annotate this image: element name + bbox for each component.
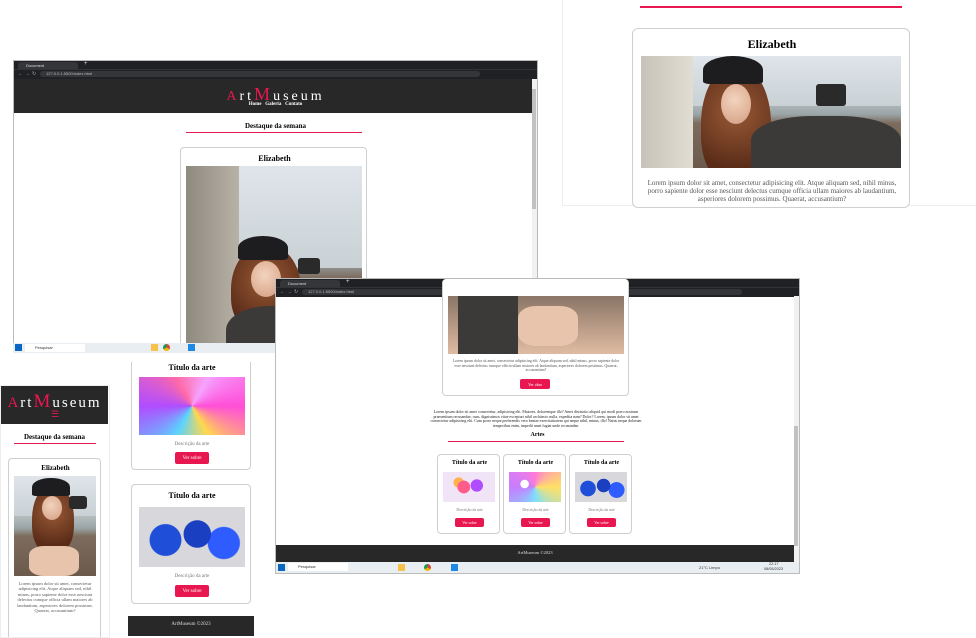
see-more-button[interactable]: Ver sobre — [175, 452, 209, 464]
site-footer: ArtMuseum ©2023 — [128, 616, 254, 636]
nav-contato[interactable]: Contato — [285, 102, 302, 107]
taskbar: Pesquisar — [13, 343, 275, 353]
section-underline — [186, 132, 362, 133]
mobile-view: ArtMuseum ☰ Destaque da semana Elizabeth… — [0, 385, 110, 638]
art-description: Descrição da arte — [174, 442, 210, 447]
browser-toolbar: ← → ↻ 127.0.0.1:5500/index.html — [14, 69, 537, 79]
folder-icon[interactable] — [398, 564, 405, 571]
browser-window-scrolled: Document + ← → ↻ 127.0.0.1:5500/index.ht… — [275, 278, 800, 574]
artist-name: Elizabeth — [747, 37, 797, 51]
footer-text: ArtMuseum ©2023 — [171, 622, 211, 627]
art-card: Título da arte Descrição da arte Ver sob… — [569, 454, 632, 534]
scrollbar[interactable] — [794, 296, 799, 562]
featured-description: Lorem ipsum dolor sit amet, consectetur … — [452, 359, 620, 373]
art-card: Título da arte Descrição da arte Ver sob… — [131, 362, 251, 470]
art-image — [575, 472, 627, 502]
footer-text: ArtMuseum ©2023 — [517, 550, 553, 555]
windows-icon[interactable] — [278, 564, 285, 571]
vscode-icon[interactable] — [451, 564, 458, 571]
new-tab-button[interactable]: + — [346, 279, 350, 285]
see-more-button[interactable]: Ver sobre — [175, 585, 209, 597]
art-description: Descrição da arte — [522, 508, 549, 512]
art-image — [509, 472, 561, 502]
see-more-button[interactable]: Ver sobre — [521, 518, 550, 527]
reload-icon[interactable]: ↻ — [32, 71, 36, 77]
new-tab-button[interactable]: + — [84, 61, 88, 67]
browser-tabbar: Document + — [14, 61, 537, 69]
art-title: Título da arte — [168, 363, 216, 372]
artist-name: Elizabeth — [41, 464, 70, 472]
section-title: Destaque da semana — [23, 433, 86, 441]
art-card: Título da arte Descrição da arte Ver sob… — [437, 454, 500, 534]
forward-icon[interactable]: → — [287, 289, 292, 295]
clock-time: 22:17 — [769, 562, 779, 566]
tab-title: Document — [26, 63, 45, 68]
section-underline — [14, 443, 96, 444]
art-title: Título da arte — [451, 460, 488, 466]
art-image — [443, 472, 495, 502]
windows-icon[interactable] — [15, 344, 22, 351]
site-footer: ArtMuseum ©2023 — [276, 545, 794, 562]
tab-title: Document — [288, 281, 307, 286]
featured-photo — [14, 476, 96, 576]
browser-tab[interactable]: Document — [280, 280, 340, 287]
nav-home[interactable]: Home — [249, 102, 262, 107]
art-card: Título da arte Descrição da arte Ver sob… — [131, 484, 251, 604]
featured-description: Lorem ipsum dolor sit amet, consectetur … — [647, 179, 897, 203]
featured-card: Elizabeth Lorem ipsum dolor sit amet, co… — [632, 28, 910, 208]
browser-tab[interactable]: Document — [18, 62, 78, 69]
see-more-button[interactable]: Ver sobre — [455, 518, 484, 527]
site-header: ArtMuseum Home Galeria Contato — [14, 79, 537, 113]
section-title: Destaque da semana — [244, 122, 307, 130]
art-card: Título da arte Descrição da arte Ver sob… — [503, 454, 566, 534]
vscode-icon[interactable] — [188, 344, 195, 351]
art-title: Título da arte — [517, 460, 554, 466]
artist-name: Elizabeth — [258, 154, 291, 163]
featured-photo — [641, 56, 901, 168]
folder-icon[interactable] — [151, 344, 158, 351]
art-title: Título da arte — [583, 460, 620, 466]
art-description: Descrição da arte — [588, 508, 615, 512]
hamburger-menu-icon[interactable]: ☰ — [51, 410, 59, 419]
taskbar: Pesquisar 21°C Limpo 22:17 08/05/2023 — [276, 562, 799, 573]
main-nav: Home Galeria Contato — [14, 102, 537, 107]
clock-date: 08/05/2023 — [764, 567, 784, 571]
featured-photo — [448, 296, 624, 354]
art-description: Descrição da arte — [174, 574, 210, 579]
address-bar[interactable]: 127.0.0.1:5500/index.html — [40, 71, 480, 77]
taskbar-search[interactable]: Pesquisar — [288, 563, 348, 571]
see-more-button[interactable]: Ver sobre — [587, 518, 616, 527]
featured-description: Lorem ipsum dolor sit amet, consectetur … — [17, 581, 93, 614]
taskbar-search[interactable]: Pesquisar — [25, 344, 85, 352]
art-title: Título da arte — [168, 491, 216, 500]
art-image — [139, 377, 245, 435]
featured-card: Elizabeth Lorem ipsum dolor sit amet, co… — [8, 458, 101, 637]
mobile-header: ArtMuseum ☰ — [1, 386, 108, 424]
mobile-arts-view: Título da arte Descrição da arte Ver sob… — [128, 362, 254, 636]
back-icon[interactable]: ← — [280, 289, 285, 295]
section-underline — [640, 6, 902, 8]
chrome-icon[interactable] — [163, 344, 170, 351]
art-description: Descrição da arte — [456, 508, 483, 512]
reload-icon[interactable]: ↻ — [294, 289, 298, 295]
forward-icon[interactable]: → — [25, 71, 30, 77]
nav-galeria[interactable]: Galeria — [265, 102, 281, 107]
zoomed-featured-panel: Elizabeth Lorem ipsum dolor sit amet, co… — [562, 0, 976, 208]
featured-card: Lorem ipsum dolor sit amet, consectetur … — [442, 279, 629, 396]
chrome-icon[interactable] — [424, 564, 431, 571]
about-paragraph: Lorem ipsum dolor sit amet consectetur, … — [430, 410, 642, 429]
art-image — [139, 507, 245, 567]
arts-section-title: Artes — [530, 432, 545, 438]
section-underline — [448, 441, 624, 442]
see-artwork-button[interactable]: Ver obra — [520, 379, 550, 389]
back-icon[interactable]: ← — [18, 71, 23, 77]
weather-status: 21°C Limpo — [699, 565, 720, 570]
